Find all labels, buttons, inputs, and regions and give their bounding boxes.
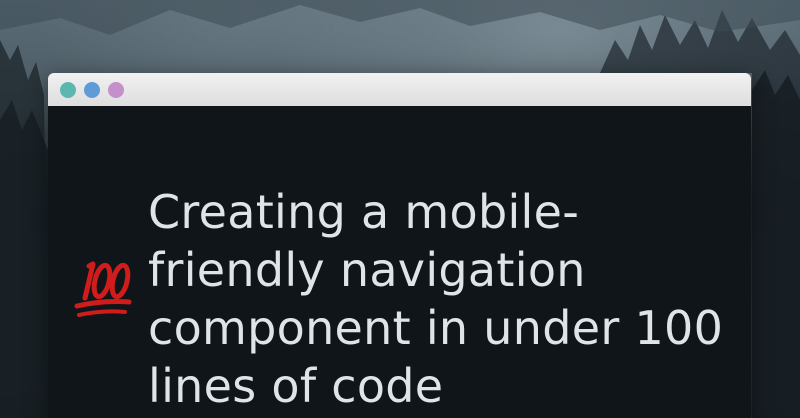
emoji-stroke bbox=[91, 262, 113, 300]
headline-line: component in under 100 bbox=[148, 301, 724, 355]
window-titlebar bbox=[48, 73, 751, 106]
emoji-stroke bbox=[77, 309, 127, 317]
headline: Creating a mobile- friendly navigation c… bbox=[148, 183, 748, 415]
headline-line: Creating a mobile- bbox=[148, 185, 580, 239]
emoji-stroke bbox=[82, 261, 96, 301]
headline-line: lines of code bbox=[148, 359, 444, 413]
emoji-stroke bbox=[74, 299, 132, 309]
hundred-points-icon bbox=[74, 261, 132, 317]
minimize-button[interactable] bbox=[84, 81, 100, 98]
close-button[interactable] bbox=[60, 81, 76, 98]
headline-line: friendly navigation bbox=[148, 243, 586, 297]
app-window: Creating a mobile- friendly navigation c… bbox=[48, 73, 751, 418]
maximize-button[interactable] bbox=[108, 81, 124, 98]
window-content: Creating a mobile- friendly navigation c… bbox=[48, 106, 751, 418]
emoji-stroke bbox=[109, 262, 131, 300]
